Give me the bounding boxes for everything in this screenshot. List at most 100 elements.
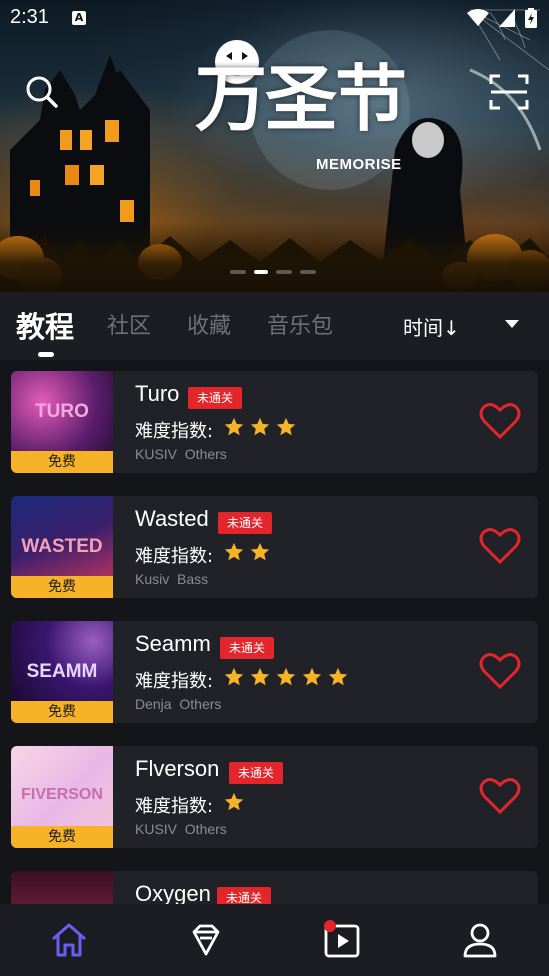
cover-text: FIVERSON [21, 786, 103, 803]
cover-text: SEAMM [26, 661, 98, 682]
song-meta: KUSIV Others [135, 821, 227, 837]
song-genre: Bass [177, 571, 209, 587]
tab-community[interactable]: 社区 [107, 308, 151, 340]
scan-icon [489, 74, 529, 110]
tab-music-packs[interactable]: 音乐包 [267, 308, 333, 340]
carousel-dot [276, 270, 292, 274]
song-cover: SEAMM 免费 [11, 621, 113, 723]
song-artist: Kusiv [135, 571, 170, 587]
star-icon [302, 667, 322, 686]
song-cover: TURO 免费 [11, 371, 113, 473]
nav-store-button[interactable] [186, 920, 226, 960]
sort-by-time-button[interactable]: 时间↓ [403, 312, 460, 341]
difficulty-stars [223, 666, 349, 688]
song-title: Seamm [135, 631, 211, 656]
not-cleared-badge: 未通关 [220, 637, 275, 659]
song-meta: Kusiv Bass [135, 571, 208, 587]
not-cleared-badge: 未通关 [188, 387, 243, 409]
home-icon [52, 923, 86, 957]
song-title: Oxygen [135, 881, 211, 904]
category-tabs: 教程 社区 收藏 音乐包 时间↓ [0, 292, 549, 360]
free-tag: 免费 [11, 576, 113, 598]
banner-subtitle: MEMORISE [316, 156, 402, 173]
signal-icon [499, 9, 515, 27]
free-tag: 免费 [11, 826, 113, 848]
song-artist: KUSIV [135, 821, 178, 837]
search-button[interactable] [22, 72, 62, 112]
song-artist: Denja [135, 696, 172, 712]
bottom-navigation [0, 904, 549, 976]
cover-text: TURO [35, 401, 89, 422]
status-time: 2:31 [10, 6, 49, 28]
song-list[interactable]: TURO 免费 Turo 未通关 难度指数: KUSIV Others WAST… [0, 360, 549, 904]
star-icon [250, 667, 270, 686]
song-card-wasted[interactable]: WASTED 免费 Wasted 未通关 难度指数: Kusiv Bass [11, 496, 538, 598]
cover-text: WASTED [21, 536, 103, 557]
difficulty-label: 难度指数: [135, 796, 214, 817]
song-genre: Others [179, 696, 222, 712]
favorite-heart-icon[interactable] [479, 651, 521, 691]
nav-home-button[interactable] [49, 920, 89, 960]
song-cover: FIVERSON 免费 [11, 746, 113, 848]
not-cleared-badge: 未通关 [217, 887, 272, 904]
diamond-icon [192, 924, 220, 956]
star-icon [276, 417, 296, 436]
banner-title: 万圣节 [195, 56, 407, 141]
not-cleared-badge: 未通关 [229, 762, 284, 784]
song-meta: KUSIV Others [135, 446, 227, 462]
song-meta: Denja Others [135, 696, 221, 712]
notification-a-icon: A [72, 11, 86, 25]
song-title: Flverson [135, 756, 220, 781]
carousel-dot [230, 270, 246, 274]
chevron-down-icon[interactable] [505, 320, 519, 328]
song-cover [11, 871, 113, 904]
song-card-oxygen[interactable]: Oxygen 未通关 [11, 871, 538, 904]
difficulty-label: 难度指数: [135, 546, 214, 567]
tab-favorites[interactable]: 收藏 [187, 308, 231, 340]
carousel-dot [300, 270, 316, 274]
favorite-heart-icon[interactable] [479, 526, 521, 566]
status-icons [467, 8, 537, 28]
song-cover: WASTED 免费 [11, 496, 113, 598]
tab-tutorial[interactable]: 教程 [16, 304, 74, 346]
wifi-icon [467, 9, 489, 26]
song-genre: Others [184, 446, 227, 462]
star-icon [224, 542, 244, 561]
not-cleared-badge: 未通关 [218, 512, 273, 534]
star-icon [224, 792, 244, 811]
song-card-flverson[interactable]: FIVERSON 免费 Flverson 未通关 难度指数: KUSIV Oth… [11, 746, 538, 848]
star-icon [328, 667, 348, 686]
difficulty-label: 难度指数: [135, 421, 214, 442]
search-icon [26, 76, 58, 108]
notification-dot [324, 920, 336, 932]
carousel-indicators [230, 270, 316, 274]
free-tag: 免费 [11, 451, 113, 473]
difficulty-stars [223, 791, 245, 813]
song-title: Turo [135, 381, 180, 406]
scan-button[interactable] [488, 72, 530, 112]
star-icon [250, 417, 270, 436]
song-artist: KUSIV [135, 446, 178, 462]
profile-icon [463, 923, 497, 958]
difficulty-stars [223, 541, 271, 563]
favorite-heart-icon[interactable] [479, 776, 521, 816]
song-card-seamm[interactable]: SEAMM 免费 Seamm 未通关 难度指数: Denja Others [11, 621, 538, 723]
song-title: Wasted [135, 506, 209, 531]
tab-indicator [38, 352, 54, 357]
difficulty-label: 难度指数: [135, 671, 214, 692]
status-bar: 2:31 A [0, 0, 549, 36]
banner-ground [0, 222, 549, 292]
song-card-turo[interactable]: TURO 免费 Turo 未通关 难度指数: KUSIV Others [11, 371, 538, 473]
nav-profile-button[interactable] [460, 920, 500, 960]
star-icon [224, 667, 244, 686]
star-icon [250, 542, 270, 561]
difficulty-stars [223, 416, 297, 438]
battery-charging-icon [525, 8, 537, 28]
star-icon [276, 667, 296, 686]
hero-banner[interactable]: 万圣节 MEMORISE [0, 0, 549, 292]
carousel-dot-active [254, 270, 268, 274]
favorite-heart-icon[interactable] [479, 401, 521, 441]
free-tag: 免费 [11, 701, 113, 723]
star-icon [224, 417, 244, 436]
song-genre: Others [184, 821, 227, 837]
